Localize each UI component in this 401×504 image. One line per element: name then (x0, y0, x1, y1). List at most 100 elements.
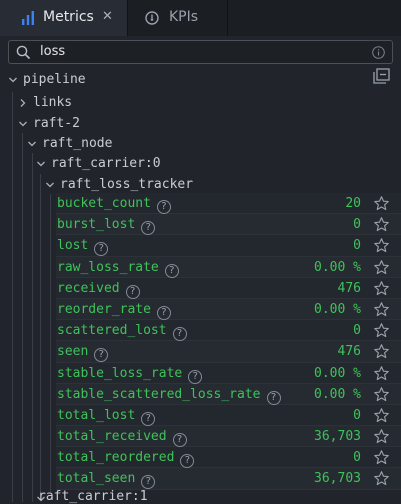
tree-node-raft-carrier-0[interactable]: raft_carrier:0 (51, 153, 161, 174)
metric-name: bucket_count? (57, 194, 171, 214)
metric-value: 0 (353, 407, 361, 423)
metric-row[interactable]: received? 476 (56, 277, 401, 299)
metric-name-text: scattered_lost (57, 323, 167, 339)
metric-value: 0.00 % (314, 259, 361, 275)
chevron-down-icon[interactable] (27, 139, 37, 149)
metric-row[interactable]: raw_loss_rate? 0.00 % (56, 256, 401, 278)
tab-metrics-label: Metrics (43, 9, 94, 25)
star-icon[interactable] (373, 280, 390, 297)
star-icon[interactable] (373, 259, 390, 276)
metric-name: lost? (57, 236, 109, 257)
metric-name: total_lost? (57, 406, 156, 426)
metric-row[interactable]: stable_loss_rate? 0.00 % (56, 362, 401, 384)
tree-guide (32, 153, 33, 502)
metric-name: total_seen? (57, 469, 156, 490)
gauge-icon (145, 11, 159, 25)
metric-row[interactable]: total_reordered? 0 (56, 447, 401, 469)
chevron-down-icon[interactable] (8, 75, 18, 85)
star-icon[interactable] (373, 449, 390, 466)
metric-name-text: total_received (57, 429, 167, 445)
metric-name-text: received (57, 280, 120, 296)
metric-row[interactable]: bucket_count? 20 (56, 193, 401, 215)
star-icon[interactable] (373, 365, 390, 382)
metric-name: burst_lost? (57, 215, 156, 236)
tab-bar-empty (228, 0, 401, 36)
metric-name: received? (57, 279, 140, 299)
help-icon[interactable]: ? (172, 433, 187, 448)
help-icon[interactable]: ? (156, 200, 171, 214)
help-icon[interactable]: ? (180, 454, 195, 469)
help-icon[interactable]: ? (164, 263, 179, 278)
help-icon[interactable]: ? (94, 348, 109, 363)
metric-name: seen? (57, 342, 109, 363)
metric-value: 0 (353, 450, 361, 466)
search-box[interactable]: loss (8, 40, 393, 64)
tree-node-raft-loss-tracker[interactable]: raft_loss_tracker (60, 174, 193, 195)
help-icon[interactable]: ? (141, 475, 156, 490)
tree-guide (22, 133, 23, 502)
star-icon[interactable] (373, 386, 390, 403)
metric-name-text: reorder_rate (57, 301, 151, 317)
metric-row[interactable]: reorder_rate? 0.00 % (56, 298, 401, 321)
metric-row[interactable]: scattered_lost? 0 (56, 320, 401, 342)
metric-row[interactable]: lost? 0 (56, 235, 401, 257)
metric-name: total_reordered? (57, 448, 195, 469)
help-icon[interactable]: ? (172, 327, 187, 342)
metric-name-text: total_lost (57, 407, 136, 423)
metric-name-text: seen (57, 344, 89, 360)
metric-name: raw_loss_rate? (57, 258, 179, 278)
chevron-down-icon[interactable] (18, 119, 28, 129)
chevron-down-icon[interactable] (45, 180, 55, 190)
metric-row[interactable]: burst_lost? 0 (56, 214, 401, 236)
tab-kpis[interactable]: KPIs (129, 0, 228, 36)
help-icon[interactable]: ? (141, 411, 156, 426)
metric-row[interactable]: total_seen? 36,703 (56, 468, 401, 490)
star-icon[interactable] (373, 301, 390, 318)
tree-node-pipeline[interactable]: pipeline (23, 69, 86, 90)
metric-name-text: total_reordered (57, 450, 175, 466)
metric-row[interactable]: stable_scattered_loss_rate? 0.00 % (56, 383, 401, 405)
star-icon[interactable] (373, 407, 390, 424)
metric-value: 36,703 (314, 471, 361, 487)
help-icon[interactable]: ? (156, 305, 171, 320)
star-icon[interactable] (373, 343, 390, 360)
tab-metrics[interactable]: Metrics ✕ (0, 0, 128, 36)
star-icon[interactable] (373, 470, 390, 487)
collapse-all-icon[interactable] (373, 68, 390, 85)
metric-value: 0.00 % (314, 386, 361, 402)
help-icon[interactable]: ? (94, 242, 109, 257)
metric-name-text: stable_loss_rate (57, 365, 183, 381)
help-icon[interactable]: ? (141, 221, 156, 236)
metric-name: stable_loss_rate? (57, 364, 203, 384)
metric-value: 0 (353, 217, 361, 233)
star-icon[interactable] (373, 195, 390, 212)
metric-value: 36,703 (314, 429, 361, 445)
chevron-right-icon[interactable] (18, 98, 28, 108)
metric-value: 20 (345, 196, 361, 211)
tree-guide (40, 174, 41, 492)
help-icon[interactable]: ? (266, 390, 281, 405)
tree-node-raft-2[interactable]: raft-2 (33, 113, 80, 134)
metric-name: stable_scattered_loss_rate? (57, 385, 281, 405)
help-icon[interactable]: ? (125, 284, 140, 299)
tree-node-raft-node[interactable]: raft_node (42, 133, 112, 154)
metric-name: total_received? (57, 427, 187, 448)
star-icon[interactable] (373, 216, 390, 233)
tab-bar: Metrics ✕ KPIs (0, 0, 401, 36)
search-input[interactable]: loss (40, 44, 65, 59)
metric-row[interactable]: total_lost? 0 (56, 404, 401, 427)
metric-value: 0.00 % (314, 301, 361, 317)
chevron-down-icon[interactable] (36, 159, 46, 169)
bar-chart-icon (22, 11, 34, 25)
help-icon[interactable]: ? (188, 369, 203, 384)
star-icon[interactable] (373, 428, 390, 445)
star-icon[interactable] (373, 237, 390, 254)
metric-name-text: burst_lost (57, 217, 136, 233)
info-icon[interactable] (372, 46, 385, 59)
star-icon[interactable] (373, 322, 390, 339)
close-icon[interactable]: ✕ (102, 10, 114, 24)
metric-row[interactable]: total_received? 36,703 (56, 426, 401, 448)
metric-name-text: raw_loss_rate (57, 259, 159, 275)
tree-node-links[interactable]: links (33, 92, 72, 113)
metric-row[interactable]: seen? 476 (56, 341, 401, 363)
